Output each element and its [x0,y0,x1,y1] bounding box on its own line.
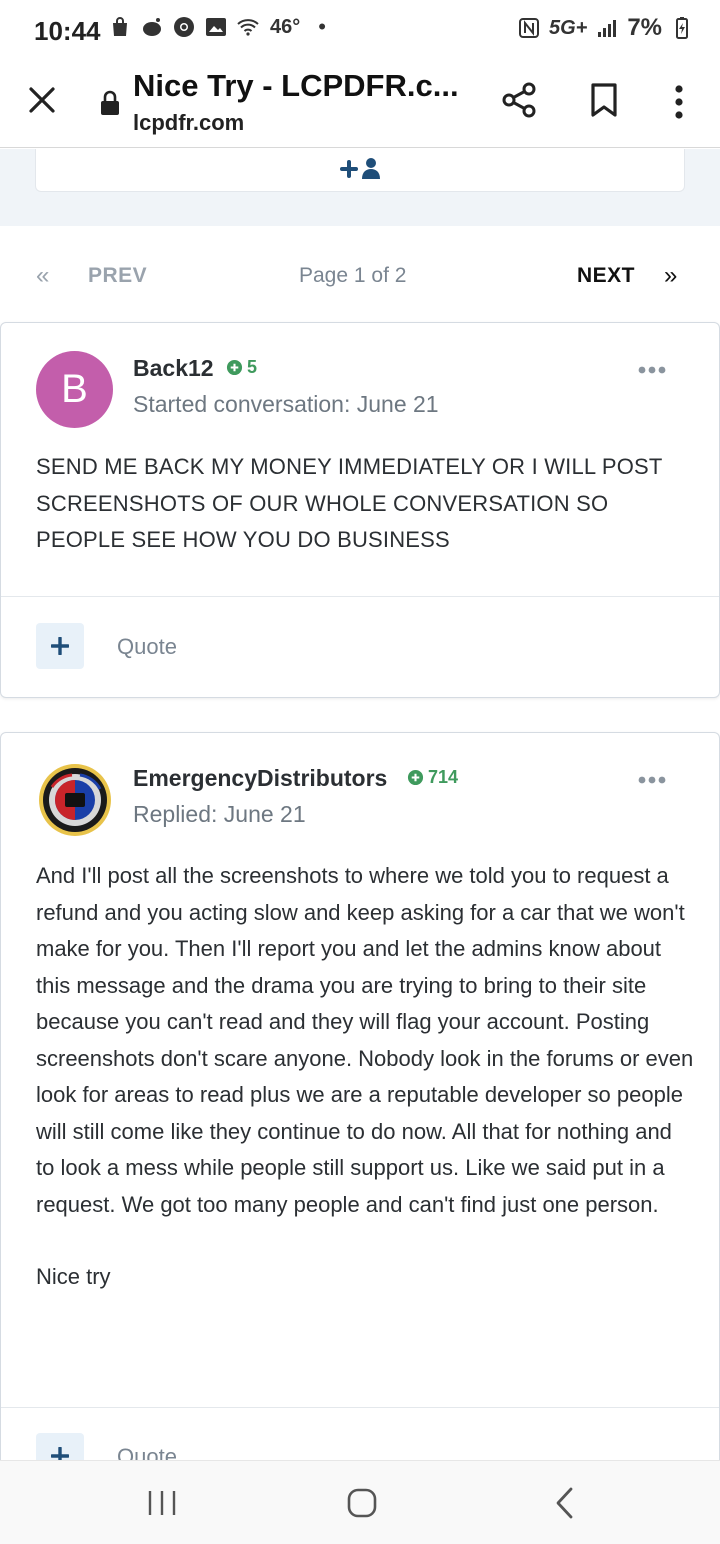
shopping-bag-icon [113,17,127,36]
page-indicator[interactable]: Page 1 of 2 [299,264,406,288]
battery-percent: 7% [627,14,662,41]
post-paragraph: Nice try [36,1264,111,1289]
post-meta: Replied: June 21 [133,801,306,827]
next-page-button[interactable]: NEXT [577,264,635,288]
prev-page-button[interactable]: PREV [88,264,147,288]
pagination: « PREV Page 1 of 2 NEXT » [0,226,720,322]
status-dot: • [318,14,326,39]
header-band [0,149,720,226]
bookmark-icon[interactable] [589,82,619,118]
home-icon[interactable] [347,1488,377,1518]
battery-charging-icon [676,17,688,39]
reputation-count: 5 [247,357,258,377]
status-notification-icons: 46° • [108,14,326,40]
quote-label[interactable]: Quote [117,634,177,660]
more-vert-icon[interactable] [666,82,692,122]
status-bar: 10:44 46° • 5G+ 7% [0,0,720,60]
avatar[interactable] [38,763,112,837]
message-post: EmergencyDistributors 714 Replied: June … [0,732,720,1460]
plus-icon [51,1447,69,1460]
post-meta: Started conversation: June 21 [133,391,439,417]
signal-icon [598,20,617,37]
more-horiz-icon[interactable] [637,365,667,375]
page-title[interactable]: Nice Try - LCPDFR.c... [133,68,459,104]
post-paragraph: And I'll post all the screenshots to whe… [36,863,694,1217]
post-body: And I'll post all the screenshots to whe… [36,858,696,1296]
plus-icon [51,637,69,655]
plus-circle-icon [407,769,424,786]
lock-icon[interactable] [100,90,120,116]
more-horiz-icon[interactable] [637,775,667,785]
author-name[interactable]: Back12 [133,355,214,382]
avatar[interactable]: B [36,351,113,428]
prev-chevron-icon[interactable]: « [36,262,49,290]
network-type: 5G+ [548,16,588,39]
back-icon[interactable] [553,1486,575,1520]
nfc-icon [518,18,539,38]
quote-button[interactable] [36,623,84,669]
reputation-count: 714 [428,767,459,787]
author-name[interactable]: EmergencyDistributors [133,765,387,792]
close-icon[interactable] [26,84,58,116]
quote-button[interactable] [36,1433,84,1460]
page-content: « PREV Page 1 of 2 NEXT » B Back12 5 Sta… [0,149,720,1460]
post-divider [1,1407,719,1408]
plus-circle-icon [226,359,243,376]
follow-card [35,149,685,192]
system-nav-bar [0,1460,720,1544]
gallery-icon [206,18,226,36]
share-icon[interactable] [500,80,540,120]
reddit-icon [143,18,161,36]
post-body: SEND ME BACK MY MONEY IMMEDIATELY OR I W… [36,454,663,552]
add-user-icon[interactable] [338,153,386,181]
quote-label[interactable]: Quote [117,1444,177,1460]
reputation-badge: 5 [226,357,257,378]
wifi-icon [237,19,259,36]
status-time: 10:44 [34,16,101,46]
status-system-icons: 5G+ 7% [517,14,694,42]
recents-icon[interactable] [147,1489,177,1517]
message-post: B Back12 5 Started conversation: June 21… [0,322,720,698]
next-chevron-icon[interactable]: » [664,262,677,290]
chrome-icon [174,17,194,37]
reputation-badge: 714 [407,767,458,788]
page-url[interactable]: lcpdfr.com [133,110,244,136]
status-temperature: 46° [270,15,301,38]
post-divider [1,596,719,597]
browser-toolbar: Nice Try - LCPDFR.c... lcpdfr.com [0,60,720,148]
